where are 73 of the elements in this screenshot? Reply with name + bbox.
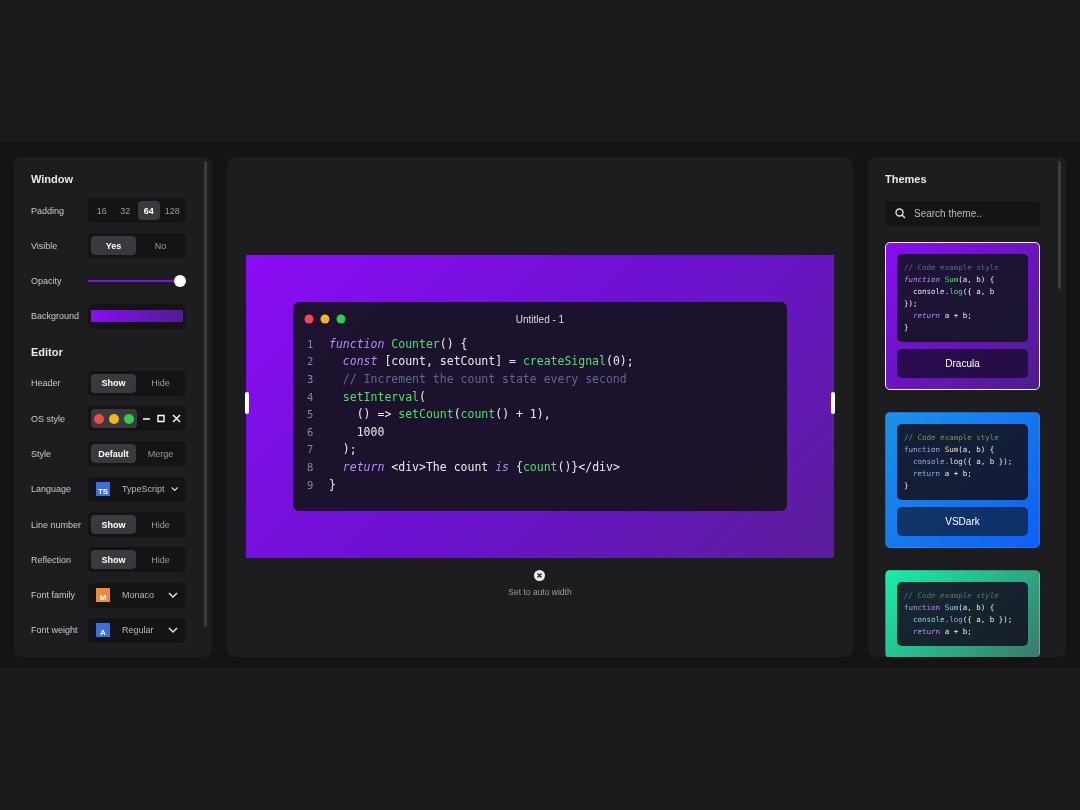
traffic-lights-option[interactable] bbox=[91, 409, 137, 429]
setting-label: OS style bbox=[31, 413, 65, 424]
chevron-down-icon bbox=[168, 627, 178, 634]
segment-option[interactable]: 16 bbox=[91, 201, 113, 220]
segment-option[interactable]: Hide bbox=[138, 515, 183, 535]
dropdown[interactable]: M Monaco bbox=[88, 582, 186, 608]
section-title: Editor bbox=[31, 345, 64, 358]
background-picker[interactable] bbox=[88, 303, 186, 329]
line-number: 7 bbox=[306, 443, 315, 456]
setting-label: Font family bbox=[31, 590, 75, 601]
segment-option[interactable]: Hide bbox=[138, 373, 183, 393]
segment-option[interactable]: Show bbox=[91, 550, 136, 570]
line-number: 3 bbox=[306, 373, 315, 385]
dropdown-value: TypeScript bbox=[121, 484, 165, 495]
setting-label: Language bbox=[31, 484, 72, 495]
code-line: function Counter() { bbox=[329, 336, 468, 351]
segment-option[interactable]: Yes bbox=[91, 236, 136, 256]
chevron-down-icon bbox=[170, 486, 178, 493]
resize-handle[interactable] bbox=[831, 392, 835, 414]
dropdown-value: Monaco bbox=[121, 590, 156, 601]
close-icon[interactable] bbox=[534, 570, 546, 581]
setting-label: Visible bbox=[31, 240, 58, 251]
segment-option[interactable]: Hide bbox=[138, 550, 183, 570]
segment-option[interactable]: 64 bbox=[138, 201, 160, 220]
code-line: // Increment the count state every second bbox=[341, 372, 627, 386]
segment-option[interactable]: Merge bbox=[138, 444, 183, 464]
setting-label: Header bbox=[31, 378, 61, 389]
segment-option[interactable]: Show bbox=[91, 515, 136, 535]
dropdown[interactable]: TS TypeScript bbox=[88, 476, 186, 502]
slider-thumb[interactable] bbox=[174, 275, 186, 288]
traffic-lights-icon bbox=[93, 412, 135, 425]
code-line: ); bbox=[341, 442, 357, 457]
setting-label: Font weight bbox=[31, 625, 78, 636]
badge: A bbox=[96, 623, 110, 638]
segment-option[interactable]: 128 bbox=[161, 201, 183, 220]
code-line: } bbox=[329, 477, 336, 492]
line-number: 6 bbox=[306, 425, 315, 438]
badge: M bbox=[96, 588, 110, 603]
segment-option[interactable]: 32 bbox=[114, 201, 136, 220]
badge: TS bbox=[96, 482, 110, 497]
line-number: 1 bbox=[306, 337, 315, 350]
code-line: 1000 bbox=[355, 424, 385, 439]
code-line: () => setCount(count() + 1), bbox=[355, 407, 551, 422]
segment-option[interactable]: Show bbox=[91, 373, 136, 393]
section-title: Themes bbox=[885, 173, 928, 185]
resize-handle[interactable] bbox=[245, 392, 249, 414]
line-number: 4 bbox=[306, 390, 315, 403]
line-number: 2 bbox=[306, 355, 315, 368]
theme-name: VSDark bbox=[897, 507, 1028, 536]
auto-width-label[interactable]: Set to auto width bbox=[508, 587, 572, 597]
dropdown-value: Regular bbox=[121, 625, 155, 636]
setting-label: Reflection bbox=[31, 554, 72, 565]
setting-label: Opacity bbox=[31, 276, 62, 287]
segment-option[interactable]: Default bbox=[91, 444, 136, 464]
dropdown[interactable]: A Regular bbox=[88, 617, 186, 643]
line-number: 8 bbox=[306, 460, 315, 473]
window-title: Untitled - 1 bbox=[514, 313, 566, 325]
section-title: Window bbox=[31, 173, 75, 185]
theme-name: Dracula bbox=[897, 349, 1028, 378]
line-number: 5 bbox=[306, 408, 315, 421]
search-field[interactable]: Search theme.. bbox=[885, 201, 1040, 226]
code-line: setInterval( bbox=[341, 389, 426, 404]
code-line: const [count, setCount] = createSignal(0); bbox=[341, 354, 634, 369]
setting-label: Line number bbox=[31, 519, 82, 530]
setting-label: Style bbox=[31, 449, 51, 459]
opacity-slider[interactable] bbox=[88, 275, 186, 288]
setting-label: Background bbox=[31, 311, 80, 322]
chevron-down-icon bbox=[168, 592, 178, 599]
code-line: return <div>The count is {count()}</div> bbox=[341, 459, 620, 474]
segment-option[interactable]: No bbox=[138, 236, 183, 256]
line-number: 9 bbox=[306, 478, 315, 491]
window-controls-icon bbox=[142, 413, 182, 424]
setting-label: Padding bbox=[31, 205, 65, 216]
